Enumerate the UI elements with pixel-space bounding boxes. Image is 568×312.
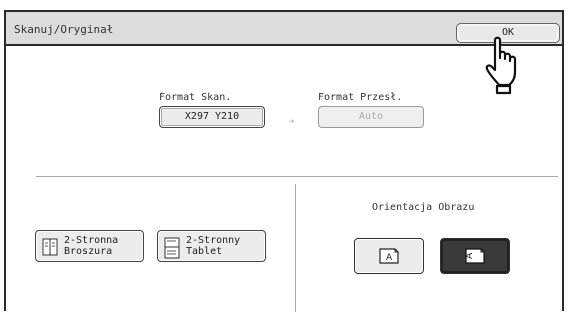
portrait-glyph: A [386, 253, 393, 263]
landscape-glyph: A [465, 252, 475, 259]
booklet-duplex-icon [42, 238, 58, 256]
tablet-duplex-icon [164, 237, 180, 259]
landscape-orientation-button[interactable]: A [440, 238, 510, 274]
portrait-orientation-icon: A [379, 248, 399, 264]
send-size-label: Format Przesł. [318, 92, 403, 103]
scan-size-button[interactable]: X297 Y210 [159, 106, 265, 128]
orientation-label: Orientacja Obrazu [372, 202, 475, 213]
vertical-divider [295, 184, 296, 312]
horizontal-divider [36, 176, 558, 177]
arrow-right-icon: ➔ [289, 117, 295, 127]
scan-original-panel: Skanuj/Oryginał OK Format Skan. X297 Y21… [4, 10, 564, 312]
scan-size-label: Format Skan. [159, 92, 232, 103]
tablet-label-line2: Tablet [186, 246, 223, 257]
hand-pointer-icon [485, 36, 517, 95]
booklet-label-line2: Broszura [64, 246, 113, 257]
title-bar: Skanuj/Oryginał OK [6, 12, 562, 46]
send-size-button: Auto [318, 106, 424, 128]
duplex-tablet-button[interactable]: 2-Stronny Tablet [157, 230, 266, 262]
duplex-booklet-button[interactable]: 2-Stronna Broszura [35, 230, 144, 262]
page-title: Skanuj/Oryginał [14, 23, 114, 36]
portrait-orientation-button[interactable]: A [354, 238, 424, 274]
landscape-orientation-icon: A [465, 248, 485, 264]
